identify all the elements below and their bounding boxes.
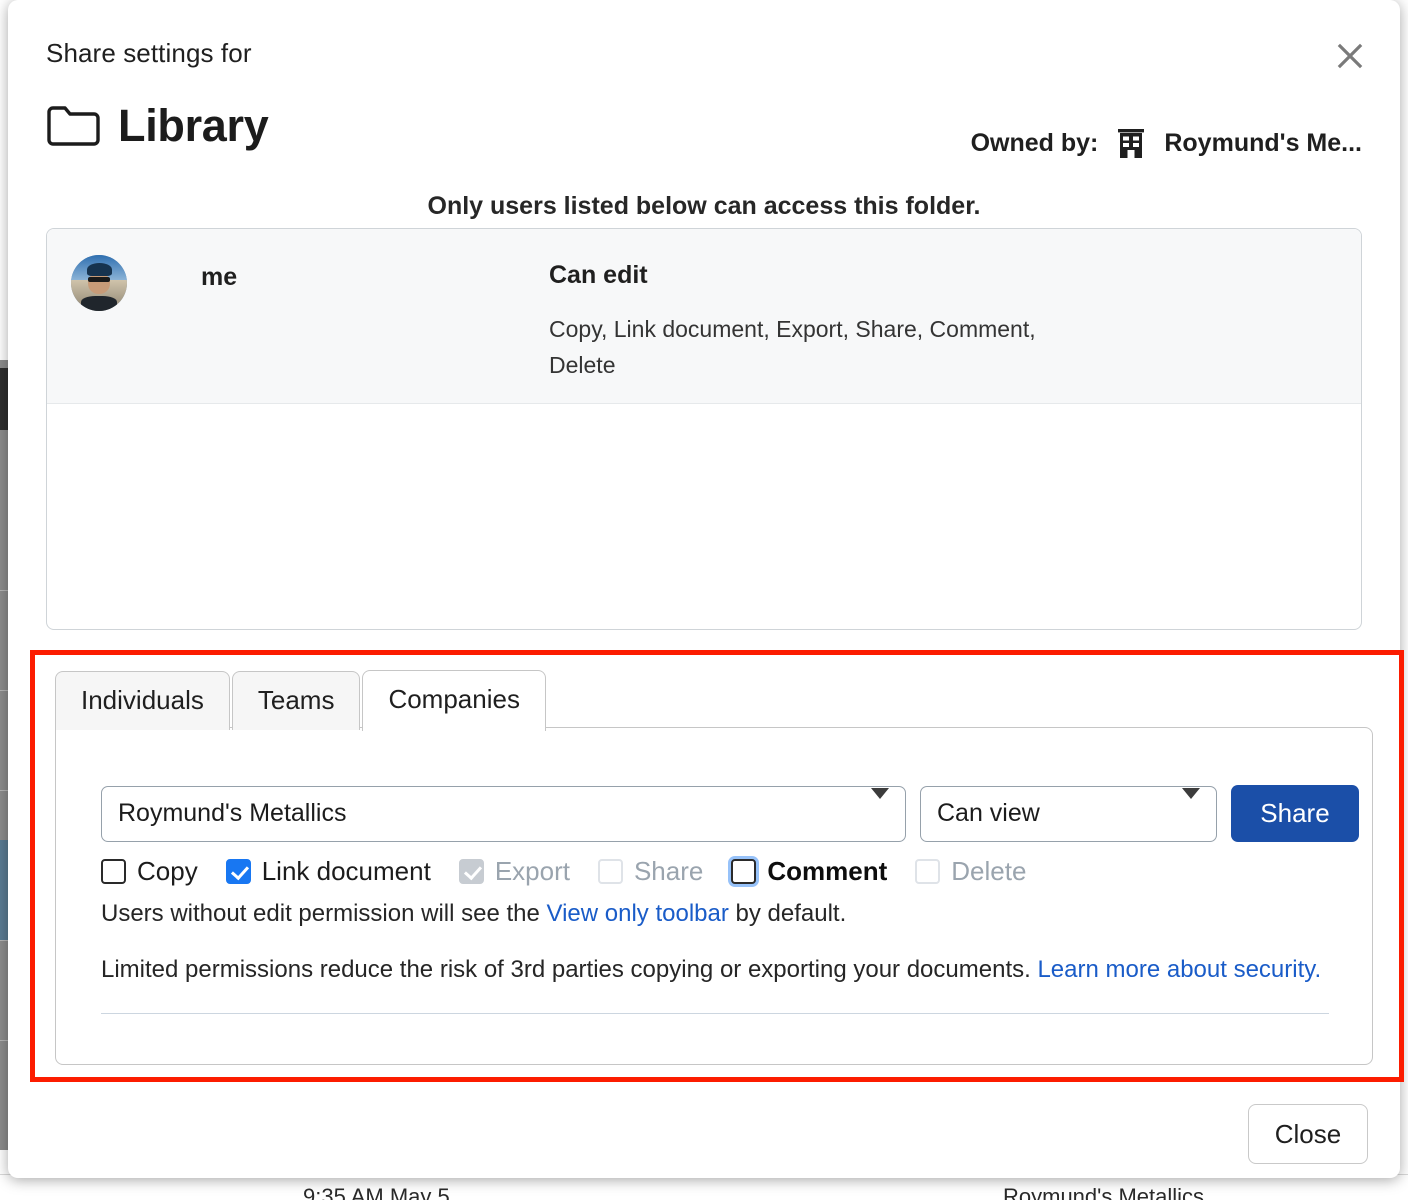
checkbox-label: Comment xyxy=(767,856,887,887)
company-building-icon xyxy=(1114,126,1148,160)
panel-divider xyxy=(101,1013,1329,1014)
permission-comment[interactable]: Comment xyxy=(731,856,887,887)
document-header: Library xyxy=(46,100,268,152)
view-only-toolbar-link[interactable]: View only toolbar xyxy=(547,900,729,927)
tab-label: Companies xyxy=(388,684,520,714)
close-button[interactable]: Close xyxy=(1248,1104,1368,1164)
checkbox-label: Share xyxy=(634,856,703,887)
share-button[interactable]: Share xyxy=(1231,785,1359,842)
users-access-list: me Can edit Copy, Link document, Export,… xyxy=(46,228,1362,630)
tab-label: Teams xyxy=(258,685,335,715)
background-owner-name: Roymund's Metallics xyxy=(1003,1184,1204,1200)
checkbox-comment[interactable] xyxy=(731,859,756,884)
checkbox-label: Link document xyxy=(262,856,431,887)
view-only-hint: Users without edit permission will see t… xyxy=(101,900,846,928)
permission-delete: Delete xyxy=(915,856,1026,887)
permission-level: Can edit xyxy=(549,261,1069,290)
checkbox-export xyxy=(459,859,484,884)
tab-teams[interactable]: Teams xyxy=(232,671,361,730)
security-note: Limited permissions reduce the risk of 3… xyxy=(101,956,1321,984)
dialog-title: Share settings for xyxy=(46,38,252,69)
owner-block: Owned by: Roymund's Me... xyxy=(971,126,1362,160)
checkbox-label: Export xyxy=(495,856,570,887)
document-name: Library xyxy=(118,100,268,152)
hint-prefix: Users without edit permission will see t… xyxy=(101,900,547,927)
checkbox-label: Delete xyxy=(951,856,1026,887)
share-target-tabs: Individuals Teams Companies xyxy=(55,670,548,730)
access-note: Only users listed below can access this … xyxy=(8,192,1400,221)
role-select[interactable]: Can view xyxy=(920,786,1217,842)
chevron-down-icon xyxy=(853,799,889,828)
close-icon[interactable] xyxy=(1332,38,1368,74)
owner-name: Roymund's Me... xyxy=(1164,129,1362,158)
checkbox-delete xyxy=(915,859,940,884)
permission-export: Export xyxy=(459,856,570,887)
permission-details: Copy, Link document, Export, Share, Comm… xyxy=(549,312,1069,383)
permission-link-document[interactable]: Link document xyxy=(226,856,431,887)
permission-share: Share xyxy=(598,856,703,887)
share-settings-dialog: Share settings for Library Owned by: xyxy=(8,0,1400,1178)
list-item[interactable]: me Can edit Copy, Link document, Export,… xyxy=(47,229,1361,404)
checkbox-share xyxy=(598,859,623,884)
background-timestamp: 9:35 AM May 5 xyxy=(303,1184,450,1200)
companies-tab-panel: Roymund's Metallics Can view Share Copy xyxy=(55,727,1373,1065)
folder-icon xyxy=(46,105,100,147)
company-select-value: Roymund's Metallics xyxy=(118,799,346,828)
hint-suffix: by default. xyxy=(729,900,846,927)
learn-more-security-link[interactable]: Learn more about security. xyxy=(1037,956,1321,983)
checkbox-label: Copy xyxy=(137,856,198,887)
chevron-down-icon xyxy=(1164,799,1200,828)
user-permission-column: Can edit Copy, Link document, Export, Sh… xyxy=(549,251,1069,383)
company-select[interactable]: Roymund's Metallics xyxy=(101,786,906,842)
tab-label: Individuals xyxy=(81,685,204,715)
role-select-value: Can view xyxy=(937,799,1040,828)
security-prefix: Limited permissions reduce the risk of 3… xyxy=(101,956,1037,983)
user-name: me xyxy=(201,263,531,383)
checkbox-link-document[interactable] xyxy=(226,859,251,884)
owner-label: Owned by: xyxy=(971,129,1099,158)
share-controls-row: Roymund's Metallics Can view Share xyxy=(101,785,1359,842)
tab-individuals[interactable]: Individuals xyxy=(55,671,230,730)
avatar xyxy=(71,255,127,311)
tab-companies[interactable]: Companies xyxy=(362,670,546,731)
permission-copy[interactable]: Copy xyxy=(101,856,198,887)
checkbox-copy[interactable] xyxy=(101,859,126,884)
permission-checkbox-row: Copy Link document Export Share Comment xyxy=(101,856,1054,887)
